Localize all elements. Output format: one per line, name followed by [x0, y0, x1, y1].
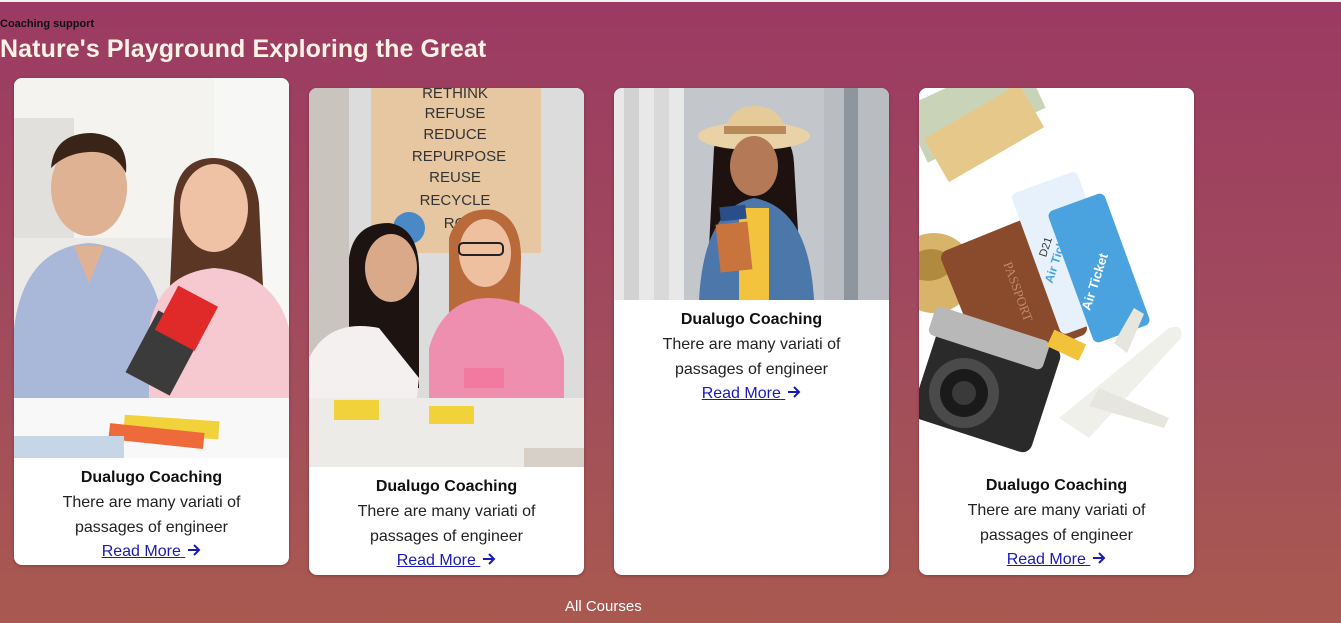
card-3-text: There are many variati of passages of en…: [662, 336, 841, 378]
card-2-title: Dualugo Coaching: [375, 478, 518, 495]
card-1-read-more-link[interactable]: Read More: [102, 540, 202, 564]
section-headline: Nature's Playground Exploring the Great: [0, 35, 487, 63]
all-courses-link[interactable]: All Courses: [565, 598, 642, 615]
card-2-read-more-label: Read More: [396, 552, 476, 569]
card-2-text: There are many variati of passages of en…: [357, 503, 536, 545]
card-4-title: Dualugo Coaching: [985, 477, 1128, 494]
card-3-image: [614, 88, 889, 300]
poster-word-5: REUSE: [429, 169, 481, 186]
course-card-3: Dualugo Coaching There are many variati …: [614, 88, 889, 575]
poster-word-3: REDUCE: [423, 126, 486, 143]
arrow-right-icon: [788, 386, 801, 398]
section-eyebrow: Coaching support: [0, 18, 95, 30]
card-1-title: Dualugo Coaching: [80, 469, 223, 486]
travel-items-photo: PASSPORT Air Ticket Air Tick D21: [919, 88, 1194, 466]
card-4-read-more-link[interactable]: Read More: [1007, 548, 1107, 572]
card-4-text: There are many variati of passages of en…: [967, 502, 1146, 544]
course-card-4: PASSPORT Air Ticket Air Tick D21 Dualugo…: [919, 88, 1194, 575]
arrow-right-icon: [1093, 552, 1106, 564]
classroom-photo: RETHINK REFUSE REDUCE REPURPOSE REUSE RE…: [309, 88, 584, 467]
top-border: [0, 0, 1341, 2]
card-1-text: There are many variati of passages of en…: [62, 494, 241, 536]
card-3-read-more-label: Read More: [701, 385, 781, 402]
poster-word-2: REFUSE: [425, 105, 486, 122]
arrow-right-icon: [188, 544, 201, 556]
course-card-2: RETHINK REFUSE REDUCE REPURPOSE REUSE RE…: [309, 88, 584, 575]
card-1-read-more-label: Read More: [101, 543, 181, 560]
card-3-title: Dualugo Coaching: [680, 311, 823, 328]
card-1-image: [14, 78, 289, 458]
card-3-read-more-link[interactable]: Read More: [702, 382, 802, 406]
couple-photo: [14, 78, 289, 458]
card-2-image: RETHINK REFUSE REDUCE REPURPOSE REUSE RE…: [309, 88, 584, 467]
card-2-read-more-link[interactable]: Read More: [397, 549, 497, 573]
arrow-right-icon: [483, 553, 496, 565]
card-4-image: PASSPORT Air Ticket Air Tick D21: [919, 88, 1194, 466]
course-card-1: Dualugo Coaching There are many variati …: [14, 78, 289, 565]
poster-word-4: REPURPOSE: [412, 148, 506, 165]
poster-word-1: RETHINK: [422, 88, 488, 102]
traveler-photo: [614, 88, 889, 300]
card-4-read-more-label: Read More: [1006, 551, 1086, 568]
poster-word-6: RECYCLE: [420, 192, 491, 209]
